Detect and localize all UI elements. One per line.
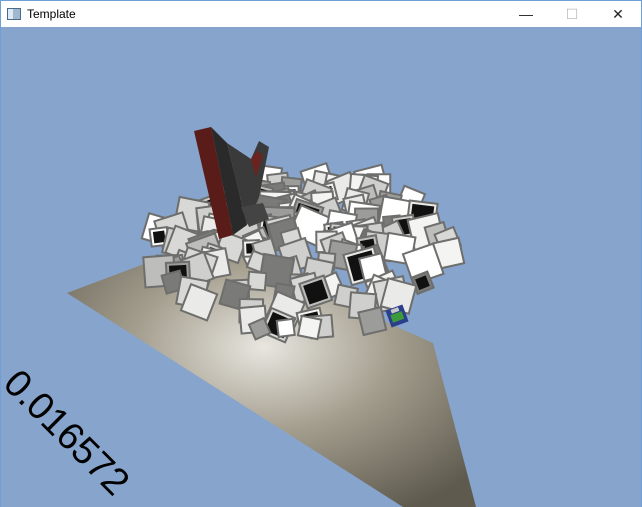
render-viewport[interactable]: 0.016572 [1, 27, 641, 507]
app-window: Template — ☐ ✕ 0.016572 [0, 0, 642, 507]
close-button[interactable]: ✕ [595, 1, 641, 27]
window-title: Template [27, 7, 76, 21]
minimize-button[interactable]: — [503, 1, 549, 27]
app-window-icon [7, 8, 21, 20]
physics-cube [357, 305, 388, 337]
maximize-button[interactable]: ☐ [549, 1, 595, 27]
title-bar[interactable]: Template — ☐ ✕ [1, 1, 641, 27]
physics-cube [296, 314, 323, 341]
window-controls: — ☐ ✕ [503, 1, 641, 27]
physics-cube [275, 317, 296, 338]
